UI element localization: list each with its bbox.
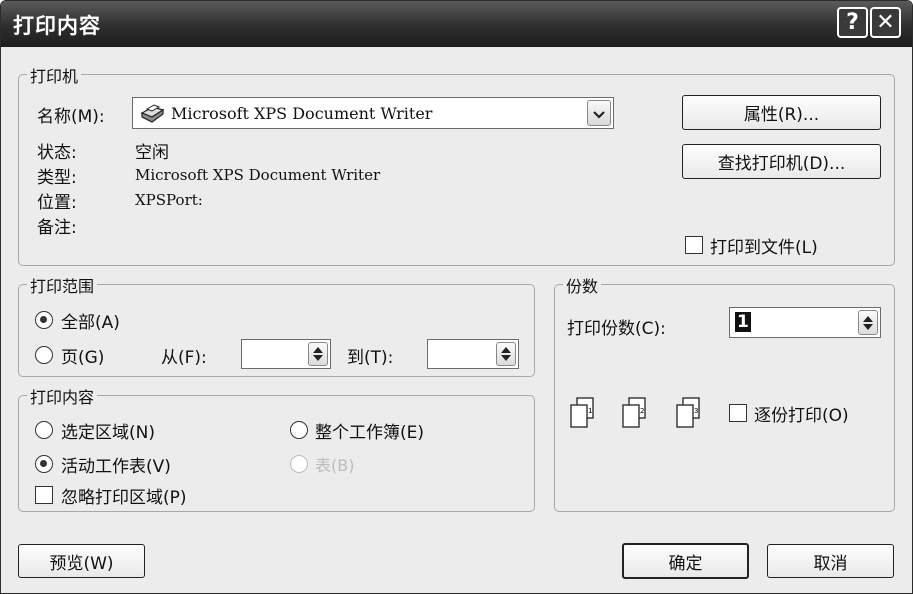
type-value: Microsoft XPS Document Writer <box>135 166 381 184</box>
copies-spin-buttons[interactable] <box>858 310 878 335</box>
print-what-legend: 打印内容 <box>27 384 98 408</box>
collate-page-number-1: 1 <box>588 407 593 415</box>
print-to-file-label[interactable]: 打印到文件(L) <box>710 233 818 258</box>
range-all-label[interactable]: 全部(A) <box>61 308 120 333</box>
window-title: 打印内容 <box>13 14 101 38</box>
collate-illustration: 1 2 3 <box>567 395 717 435</box>
entire-workbook-radio[interactable] <box>290 421 308 439</box>
print-range-legend: 打印范围 <box>27 273 98 297</box>
title-bar[interactable]: 打印内容 ? ✕ <box>1 1 912 47</box>
table-label: 表(B) <box>315 456 355 475</box>
spin-up-icon[interactable] <box>501 347 511 353</box>
printer-icon <box>139 104 165 124</box>
spin-up-icon[interactable] <box>863 315 873 322</box>
close-icon: ✕ <box>876 10 895 35</box>
printer-name-select[interactable]: Microsoft XPS Document Writer <box>132 97 614 129</box>
printer-name-value: Microsoft XPS Document Writer <box>171 104 433 123</box>
find-printer-button[interactable]: 查找打印机(D)... <box>682 144 881 179</box>
comment-label: 备注: <box>37 218 77 238</box>
cancel-button[interactable]: 取消 <box>767 544 894 578</box>
selection-radio[interactable] <box>35 421 53 439</box>
collate-page-number-2: 2 <box>640 407 645 415</box>
help-icon: ? <box>846 10 859 35</box>
collate-label[interactable]: 逐份打印(O) <box>754 401 849 426</box>
from-page-spinner[interactable] <box>241 339 331 369</box>
copies-count-label: 打印份数(C): <box>567 319 666 339</box>
selection-label[interactable]: 选定区域(N) <box>61 418 155 443</box>
ignore-print-area-label[interactable]: 忽略打印区域(P) <box>61 483 187 508</box>
type-label: 类型: <box>37 168 77 188</box>
spin-down-icon[interactable] <box>501 355 511 361</box>
active-sheets-label[interactable]: 活动工作表(V) <box>61 452 171 477</box>
range-pages-radio[interactable] <box>35 346 53 364</box>
range-pages-label[interactable]: 页(G) <box>61 343 104 368</box>
collate-page-number-3: 3 <box>694 407 699 415</box>
status-value: 空闲 <box>135 143 169 163</box>
printer-dropdown-button[interactable] <box>587 100 611 126</box>
table-radio <box>290 455 308 473</box>
copies-legend: 份数 <box>563 273 602 297</box>
ok-button[interactable]: 确定 <box>622 543 749 579</box>
printer-name-label: 名称(M): <box>37 107 105 127</box>
properties-button[interactable]: 属性(R)... <box>682 95 881 130</box>
close-button[interactable]: ✕ <box>870 7 901 38</box>
to-page-spinner[interactable] <box>427 339 519 369</box>
print-dialog: 打印内容 ? ✕ 打印机 名称(M): Microsoft XPS Docume… <box>0 0 913 594</box>
copies-count-spinner[interactable]: 1 <box>729 307 881 338</box>
print-to-file-checkbox[interactable] <box>685 236 703 254</box>
from-spin-buttons[interactable] <box>308 342 328 366</box>
status-label: 状态: <box>37 143 77 163</box>
ignore-print-area-checkbox[interactable] <box>35 486 53 504</box>
copies-count-value: 1 <box>735 312 751 332</box>
range-all-radio[interactable] <box>35 311 53 329</box>
where-label: 位置: <box>37 193 77 213</box>
from-label: 从(F): <box>161 348 207 368</box>
to-spin-buttons[interactable] <box>496 342 516 366</box>
to-label: 到(T): <box>347 348 394 368</box>
where-value: XPSPort: <box>135 191 203 209</box>
printer-legend: 打印机 <box>27 63 82 87</box>
preview-button[interactable]: 预览(W) <box>18 544 145 578</box>
spin-down-icon[interactable] <box>863 323 873 330</box>
spin-up-icon[interactable] <box>313 347 323 353</box>
spin-down-icon[interactable] <box>313 355 323 361</box>
active-sheets-radio[interactable] <box>35 455 53 473</box>
collate-checkbox[interactable] <box>729 404 747 422</box>
chevron-down-icon <box>593 104 605 123</box>
entire-workbook-label[interactable]: 整个工作簿(E) <box>315 418 424 443</box>
help-button[interactable]: ? <box>837 7 868 38</box>
